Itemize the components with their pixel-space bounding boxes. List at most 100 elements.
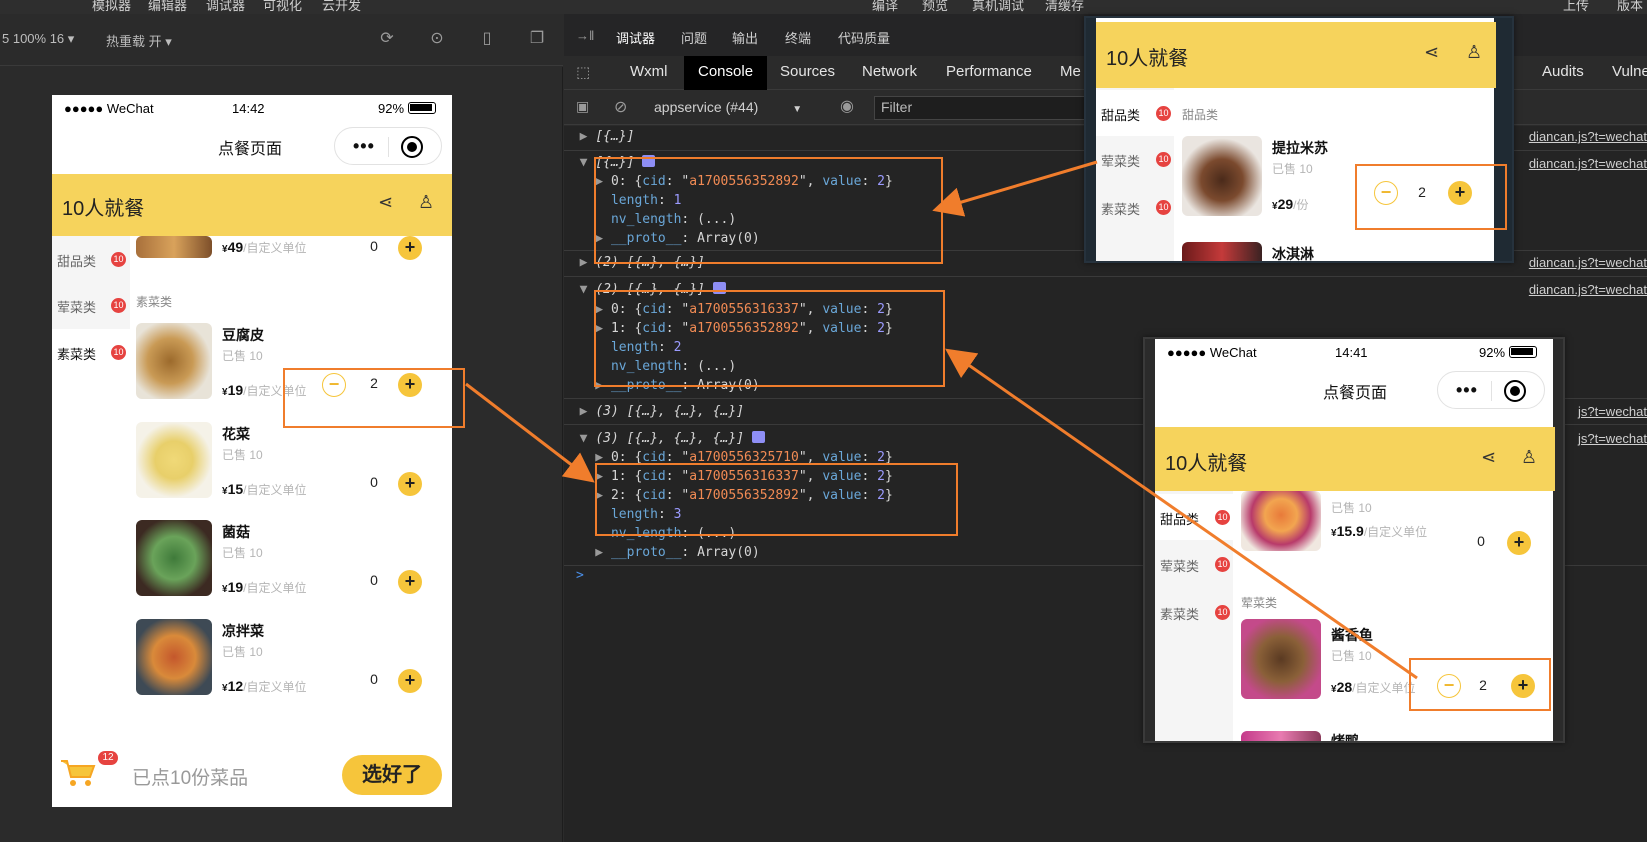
sidebar-item-veg[interactable]: 素菜类 10 bbox=[1155, 589, 1233, 635]
hot-reload-toggle[interactable]: 热重载 开 ▾ bbox=[106, 31, 172, 50]
dish-name: 冰淇淋 bbox=[1272, 246, 1314, 262]
battery-indicator: 92% bbox=[378, 101, 437, 116]
dish-price: ¥28/自定义单位 bbox=[1331, 679, 1415, 696]
menu-debugger[interactable]: 调试器 bbox=[206, 0, 245, 14]
share-icon[interactable]: ⋖ bbox=[1424, 42, 1439, 63]
price-unit: /自定义单位 bbox=[243, 483, 307, 497]
source-link[interactable]: js?t=wechat bbox=[1578, 431, 1647, 446]
highlight-box bbox=[594, 157, 943, 264]
more-icon[interactable]: ••• bbox=[353, 136, 375, 157]
dish-partial: 已售 10 ¥15.9/自定义单位 0 + bbox=[1241, 491, 1537, 581]
tab-performance[interactable]: Performance bbox=[946, 63, 1032, 80]
clear-console-icon[interactable]: ⊘ bbox=[614, 97, 627, 117]
menu-editor[interactable]: 编辑器 bbox=[148, 0, 187, 14]
capsule-divider bbox=[388, 137, 389, 157]
tab-terminal[interactable]: 终端 bbox=[785, 28, 811, 47]
dish-name: 酱香鱼 bbox=[1331, 627, 1373, 643]
sidebar-item-meat[interactable]: 荤菜类 10 bbox=[1096, 136, 1174, 182]
cart-count-badge: 12 bbox=[98, 751, 118, 765]
more-icon[interactable]: ••• bbox=[1456, 380, 1478, 401]
context-select[interactable]: appservice (#44) ▼ bbox=[654, 99, 802, 115]
sidebar-item-dessert[interactable]: 甜品类 10 bbox=[1096, 90, 1174, 136]
sidebar-item-veg[interactable]: 素菜类 10 bbox=[52, 329, 130, 375]
count-badge: 10 bbox=[111, 345, 126, 360]
overlay-frame-left bbox=[1145, 339, 1155, 741]
menu-real-debug[interactable]: 真机调试 bbox=[972, 0, 1024, 14]
close-capsule-icon[interactable] bbox=[1504, 380, 1526, 402]
dish-sold: 已售 10 bbox=[1272, 162, 1313, 176]
dish-thumbnail bbox=[136, 323, 212, 399]
tab-console[interactable]: Console bbox=[684, 56, 768, 90]
source-link[interactable]: diancan.js?t=wechat bbox=[1529, 129, 1647, 144]
tab-memory[interactable]: Me bbox=[1060, 63, 1081, 80]
quantity-value: 0 bbox=[370, 572, 378, 588]
refresh-icon[interactable]: ⟳ bbox=[378, 30, 396, 48]
dock-icon[interactable]: →‖ bbox=[576, 28, 594, 43]
tab-issues[interactable]: 问题 bbox=[681, 28, 707, 47]
sidebar-toggle-icon[interactable]: ▣ bbox=[576, 98, 589, 115]
stop-icon[interactable]: ⊙ bbox=[428, 30, 446, 48]
share-icon[interactable]: ⋖ bbox=[1481, 447, 1496, 468]
menu-visual[interactable]: 可视化 bbox=[263, 0, 302, 14]
choose-button[interactable]: 选好了 bbox=[342, 755, 442, 795]
close-capsule-icon[interactable] bbox=[401, 136, 423, 158]
category-sidebar: 甜品类 10 荤菜类 10 素菜类 10 bbox=[52, 236, 130, 375]
price-value: 15.9 bbox=[1336, 523, 1364, 539]
menu-compile[interactable]: 编译 bbox=[872, 0, 898, 14]
divider bbox=[564, 276, 1647, 277]
zoom-select[interactable]: 5 100% 16 ▾ bbox=[2, 31, 74, 47]
dish-sold: 已售 10 bbox=[222, 448, 263, 462]
menu-simulator[interactable]: 模拟器 bbox=[92, 0, 131, 14]
eye-icon[interactable]: ◉ bbox=[840, 96, 854, 116]
tab-vulnerability[interactable]: Vulne bbox=[1612, 63, 1647, 80]
sidebar-item-dessert[interactable]: 甜品类 10 bbox=[1155, 494, 1233, 540]
user-icon[interactable]: ♙ bbox=[1466, 42, 1482, 63]
menu-upload[interactable]: 上传 bbox=[1563, 0, 1589, 14]
dish-partial: ¥49/自定义单位 0 + bbox=[136, 206, 432, 260]
count-badge: 10 bbox=[1156, 200, 1171, 215]
plus-button[interactable]: + bbox=[398, 570, 422, 594]
menu-cloud[interactable]: 云开发 bbox=[322, 0, 361, 14]
price-value: 19 bbox=[227, 382, 244, 398]
tab-network[interactable]: Network bbox=[862, 63, 917, 80]
plus-button[interactable]: + bbox=[398, 472, 422, 496]
tab-wxml[interactable]: Wxml bbox=[630, 63, 668, 80]
capsule-divider bbox=[1491, 381, 1492, 401]
status-bar: ●●●●● WeChat 14:42 92% bbox=[52, 95, 452, 121]
nav-bar: 点餐页面 ••• bbox=[52, 121, 452, 169]
window-icon[interactable]: ❐ bbox=[528, 30, 546, 48]
sidebar-item-meat[interactable]: 荤菜类 10 bbox=[1155, 541, 1233, 587]
user-icon[interactable]: ♙ bbox=[1521, 447, 1537, 468]
tab-debugger[interactable]: 调试器 bbox=[616, 28, 655, 47]
plus-button[interactable]: + bbox=[398, 236, 422, 260]
sidebar-item-meat[interactable]: 荤菜类 10 bbox=[52, 282, 130, 328]
menu-version[interactable]: 版本 bbox=[1617, 0, 1643, 14]
source-link[interactable]: diancan.js?t=wechat bbox=[1529, 282, 1647, 297]
quantity-value: 0 bbox=[370, 238, 378, 254]
shop-header: 10人就餐 ⋖ ♙ bbox=[1096, 22, 1496, 88]
cart-icon[interactable] bbox=[60, 757, 96, 787]
plus-button[interactable]: + bbox=[398, 669, 422, 693]
source-link[interactable]: diancan.js?t=wechat bbox=[1529, 255, 1647, 270]
menu-preview[interactable]: 预览 bbox=[922, 0, 948, 14]
tab-audits[interactable]: Audits bbox=[1542, 63, 1584, 80]
tab-code-quality[interactable]: 代码质量 bbox=[838, 28, 890, 47]
source-link[interactable]: js?t=wechat bbox=[1578, 404, 1647, 419]
dish-item: 花菜 已售 10 ¥15/自定义单位 0 + bbox=[136, 422, 432, 512]
tab-output[interactable]: 输出 bbox=[732, 28, 758, 47]
menu-clear-cache[interactable]: 清缓存 bbox=[1045, 0, 1084, 14]
price-value: 49 bbox=[227, 239, 244, 255]
phone-icon[interactable]: ▯ bbox=[478, 30, 496, 48]
plus-button[interactable]: + bbox=[1507, 531, 1531, 555]
inspect-icon[interactable]: ⬚ bbox=[576, 63, 590, 81]
sidebar-item-label: 素菜类 bbox=[1101, 202, 1141, 217]
sidebar-item-dessert[interactable]: 甜品类 10 bbox=[52, 236, 130, 282]
sidebar-item-veg[interactable]: 素菜类 10 bbox=[1096, 184, 1174, 230]
dish-thumbnail bbox=[1241, 619, 1321, 699]
context-label: appservice (#44) bbox=[654, 99, 759, 115]
tab-sources[interactable]: Sources bbox=[780, 63, 835, 80]
shop-name: 10人就餐 bbox=[1165, 453, 1248, 475]
dish-thumbnail bbox=[1182, 242, 1262, 261]
price-unit: /自定义单位 bbox=[1352, 681, 1416, 695]
console-prompt[interactable]: > bbox=[576, 568, 584, 583]
